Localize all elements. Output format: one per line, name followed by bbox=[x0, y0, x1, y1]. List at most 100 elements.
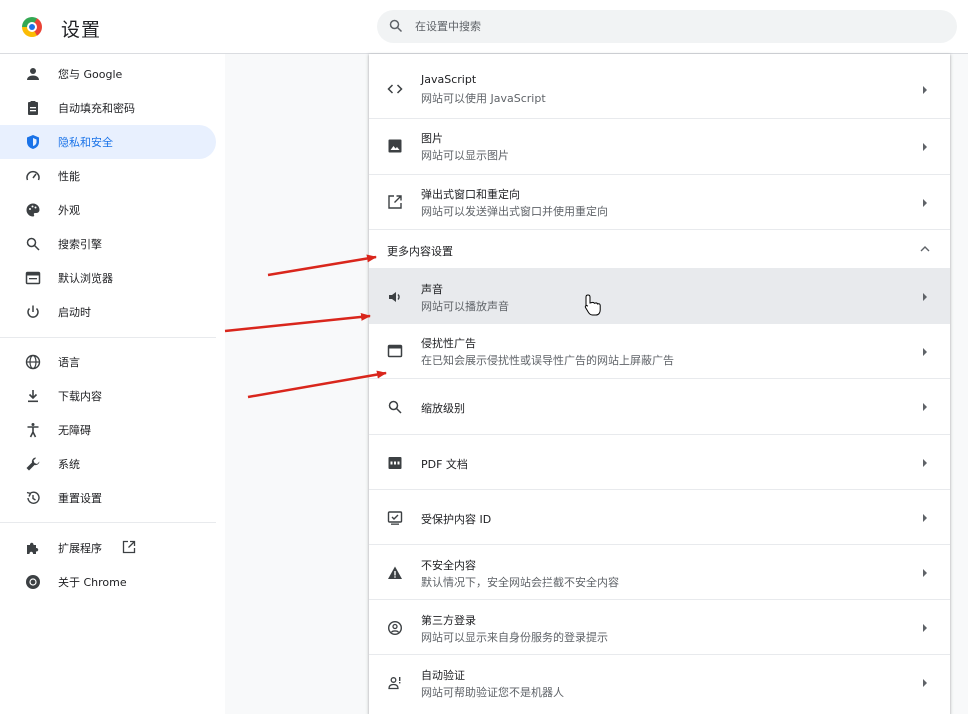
setting-subtitle: 网站可以显示图片 bbox=[421, 149, 509, 162]
sidebar-item-system[interactable]: 系统 bbox=[0, 447, 216, 481]
page-title: 设置 bbox=[61, 19, 102, 41]
speedometer-icon bbox=[26, 170, 40, 181]
code-icon bbox=[387, 84, 403, 94]
sidebar-item-label: 外观 bbox=[58, 204, 80, 217]
sidebar-item-about-chrome[interactable]: 关于 Chrome bbox=[0, 565, 216, 599]
protected-content-icon bbox=[387, 511, 403, 525]
accessibility-icon bbox=[27, 423, 39, 438]
annotation-arrow bbox=[267, 254, 377, 277]
setting-row-sound[interactable]: 声音 网站可以播放声音 bbox=[369, 268, 950, 324]
image-icon bbox=[388, 139, 402, 153]
chevron-right-icon bbox=[923, 348, 927, 356]
setting-title: JavaScript bbox=[421, 73, 477, 86]
section-title: 更多内容设置 bbox=[387, 245, 453, 258]
chrome-logo-icon bbox=[22, 17, 42, 37]
content-settings-panel: JavaScript 网站可以使用 JavaScript 图片 网站可以显示图片… bbox=[369, 54, 950, 714]
setting-row-pdf-documents[interactable]: PDF 文档 bbox=[369, 434, 950, 490]
sidebar-item-label: 隐私和安全 bbox=[58, 136, 113, 149]
sidebar: 您与 Google 自动填充和密码 隐私和安全 性能 外观 搜索引擎 默认浏览器… bbox=[0, 54, 225, 714]
setting-row-javascript[interactable]: JavaScript 网站可以使用 JavaScript bbox=[369, 62, 950, 118]
open-in-new-icon bbox=[388, 195, 402, 209]
chevron-right-icon bbox=[923, 293, 927, 301]
sidebar-item-search-engine[interactable]: 搜索引擎 bbox=[0, 227, 216, 261]
power-icon bbox=[27, 305, 39, 318]
search-input[interactable] bbox=[415, 10, 935, 43]
search-icon bbox=[389, 19, 403, 33]
chevron-right-icon bbox=[923, 86, 927, 94]
more-content-settings-toggle[interactable]: 更多内容设置 bbox=[369, 229, 950, 269]
sidebar-item-label: 重置设置 bbox=[58, 492, 102, 505]
setting-title: 声音 bbox=[421, 283, 443, 296]
sidebar-item-label: 下载内容 bbox=[58, 390, 102, 403]
warning-icon bbox=[388, 566, 402, 579]
annotation-arrow bbox=[224, 312, 371, 333]
sidebar-item-label: 关于 Chrome bbox=[58, 576, 127, 589]
chevron-right-icon bbox=[923, 624, 927, 632]
sidebar-item-reset[interactable]: 重置设置 bbox=[0, 481, 216, 515]
setting-row-popups[interactable]: 弹出式窗口和重定向 网站可以发送弹出式窗口并使用重定向 bbox=[369, 174, 950, 230]
sidebar-item-extensions[interactable]: 扩展程序 bbox=[0, 531, 216, 565]
chevron-right-icon bbox=[923, 143, 927, 151]
setting-subtitle: 网站可帮助验证您不是机器人 bbox=[421, 686, 564, 699]
setting-row-auto-verify[interactable]: 自动验证 网站可帮助验证您不是机器人 bbox=[369, 654, 950, 710]
history-icon bbox=[26, 491, 40, 504]
setting-row-insecure-content[interactable]: 不安全内容 默认情况下，安全网站会拦截不安全内容 bbox=[369, 544, 950, 600]
verified-user-icon bbox=[388, 677, 401, 690]
chevron-right-icon bbox=[923, 514, 927, 522]
setting-subtitle: 网站可以播放声音 bbox=[421, 300, 509, 313]
setting-title: 侵扰性广告 bbox=[421, 337, 476, 350]
globe-icon bbox=[25, 354, 41, 370]
clipboard-icon bbox=[28, 101, 38, 115]
setting-row-third-party-sign-in[interactable]: 第三方登录 网站可以显示来自身份服务的登录提示 bbox=[369, 599, 950, 655]
setting-subtitle: 默认情况下，安全网站会拦截不安全内容 bbox=[421, 576, 619, 589]
speaker-icon bbox=[389, 292, 400, 302]
sidebar-item-performance[interactable]: 性能 bbox=[0, 159, 216, 193]
setting-row-zoom-levels[interactable]: 缩放级别 bbox=[369, 378, 950, 434]
search-box[interactable] bbox=[377, 10, 957, 43]
sidebar-item-privacy[interactable]: 隐私和安全 bbox=[0, 125, 216, 159]
setting-row-protected-content[interactable]: 受保护内容 ID bbox=[369, 489, 950, 545]
zoom-icon bbox=[388, 400, 402, 414]
sidebar-divider bbox=[0, 522, 216, 523]
chevron-right-icon bbox=[923, 459, 927, 467]
sidebar-item-label: 无障碍 bbox=[58, 424, 91, 437]
sidebar-item-on-startup[interactable]: 启动时 bbox=[0, 295, 216, 329]
setting-row-intrusive-ads[interactable]: 侵扰性广告 在已知会展示侵扰性或误导性广告的网站上屏蔽广告 bbox=[369, 323, 950, 379]
account-circle-icon bbox=[387, 620, 403, 636]
sidebar-item-label: 扩展程序 bbox=[58, 542, 102, 555]
setting-subtitle: 网站可以使用 JavaScript bbox=[421, 92, 546, 105]
setting-subtitle: 网站可以显示来自身份服务的登录提示 bbox=[421, 631, 608, 644]
sidebar-item-languages[interactable]: 语言 bbox=[0, 345, 216, 379]
chrome-icon bbox=[26, 575, 40, 589]
setting-subtitle: 在已知会展示侵扰性或误导性广告的网站上屏蔽广告 bbox=[421, 354, 674, 367]
sidebar-item-label: 自动填充和密码 bbox=[58, 102, 135, 115]
sidebar-item-accessibility[interactable]: 无障碍 bbox=[0, 413, 216, 447]
setting-title: 受保护内容 ID bbox=[421, 513, 492, 526]
download-icon bbox=[28, 390, 38, 403]
chevron-up-icon bbox=[920, 246, 930, 252]
sidebar-item-appearance[interactable]: 外观 bbox=[0, 193, 216, 227]
chevron-right-icon bbox=[923, 679, 927, 687]
sidebar-item-downloads[interactable]: 下载内容 bbox=[0, 379, 216, 413]
sidebar-item-label: 系统 bbox=[58, 458, 80, 471]
puzzle-icon bbox=[27, 542, 39, 554]
chevron-right-icon bbox=[923, 199, 927, 207]
annotation-arrow bbox=[247, 370, 387, 399]
setting-title: 自动验证 bbox=[421, 669, 465, 682]
setting-title: 图片 bbox=[421, 132, 443, 145]
sidebar-item-default-browser[interactable]: 默认浏览器 bbox=[0, 261, 216, 295]
palette-icon bbox=[26, 203, 40, 217]
sidebar-item-label: 默认浏览器 bbox=[58, 272, 113, 285]
sidebar-item-label: 启动时 bbox=[58, 306, 91, 319]
pdf-icon bbox=[388, 457, 402, 469]
ad-icon bbox=[387, 344, 403, 358]
search-icon bbox=[26, 237, 40, 251]
setting-row-images[interactable]: 图片 网站可以显示图片 bbox=[369, 118, 950, 174]
panel-top bbox=[369, 54, 950, 62]
setting-title: 缩放级别 bbox=[421, 402, 465, 415]
sidebar-item-you-and-google[interactable]: 您与 Google bbox=[0, 57, 216, 91]
sidebar-item-label: 语言 bbox=[58, 356, 80, 369]
sidebar-item-autofill[interactable]: 自动填充和密码 bbox=[0, 91, 216, 125]
sidebar-item-label: 性能 bbox=[58, 170, 80, 183]
setting-title: 第三方登录 bbox=[421, 614, 476, 627]
